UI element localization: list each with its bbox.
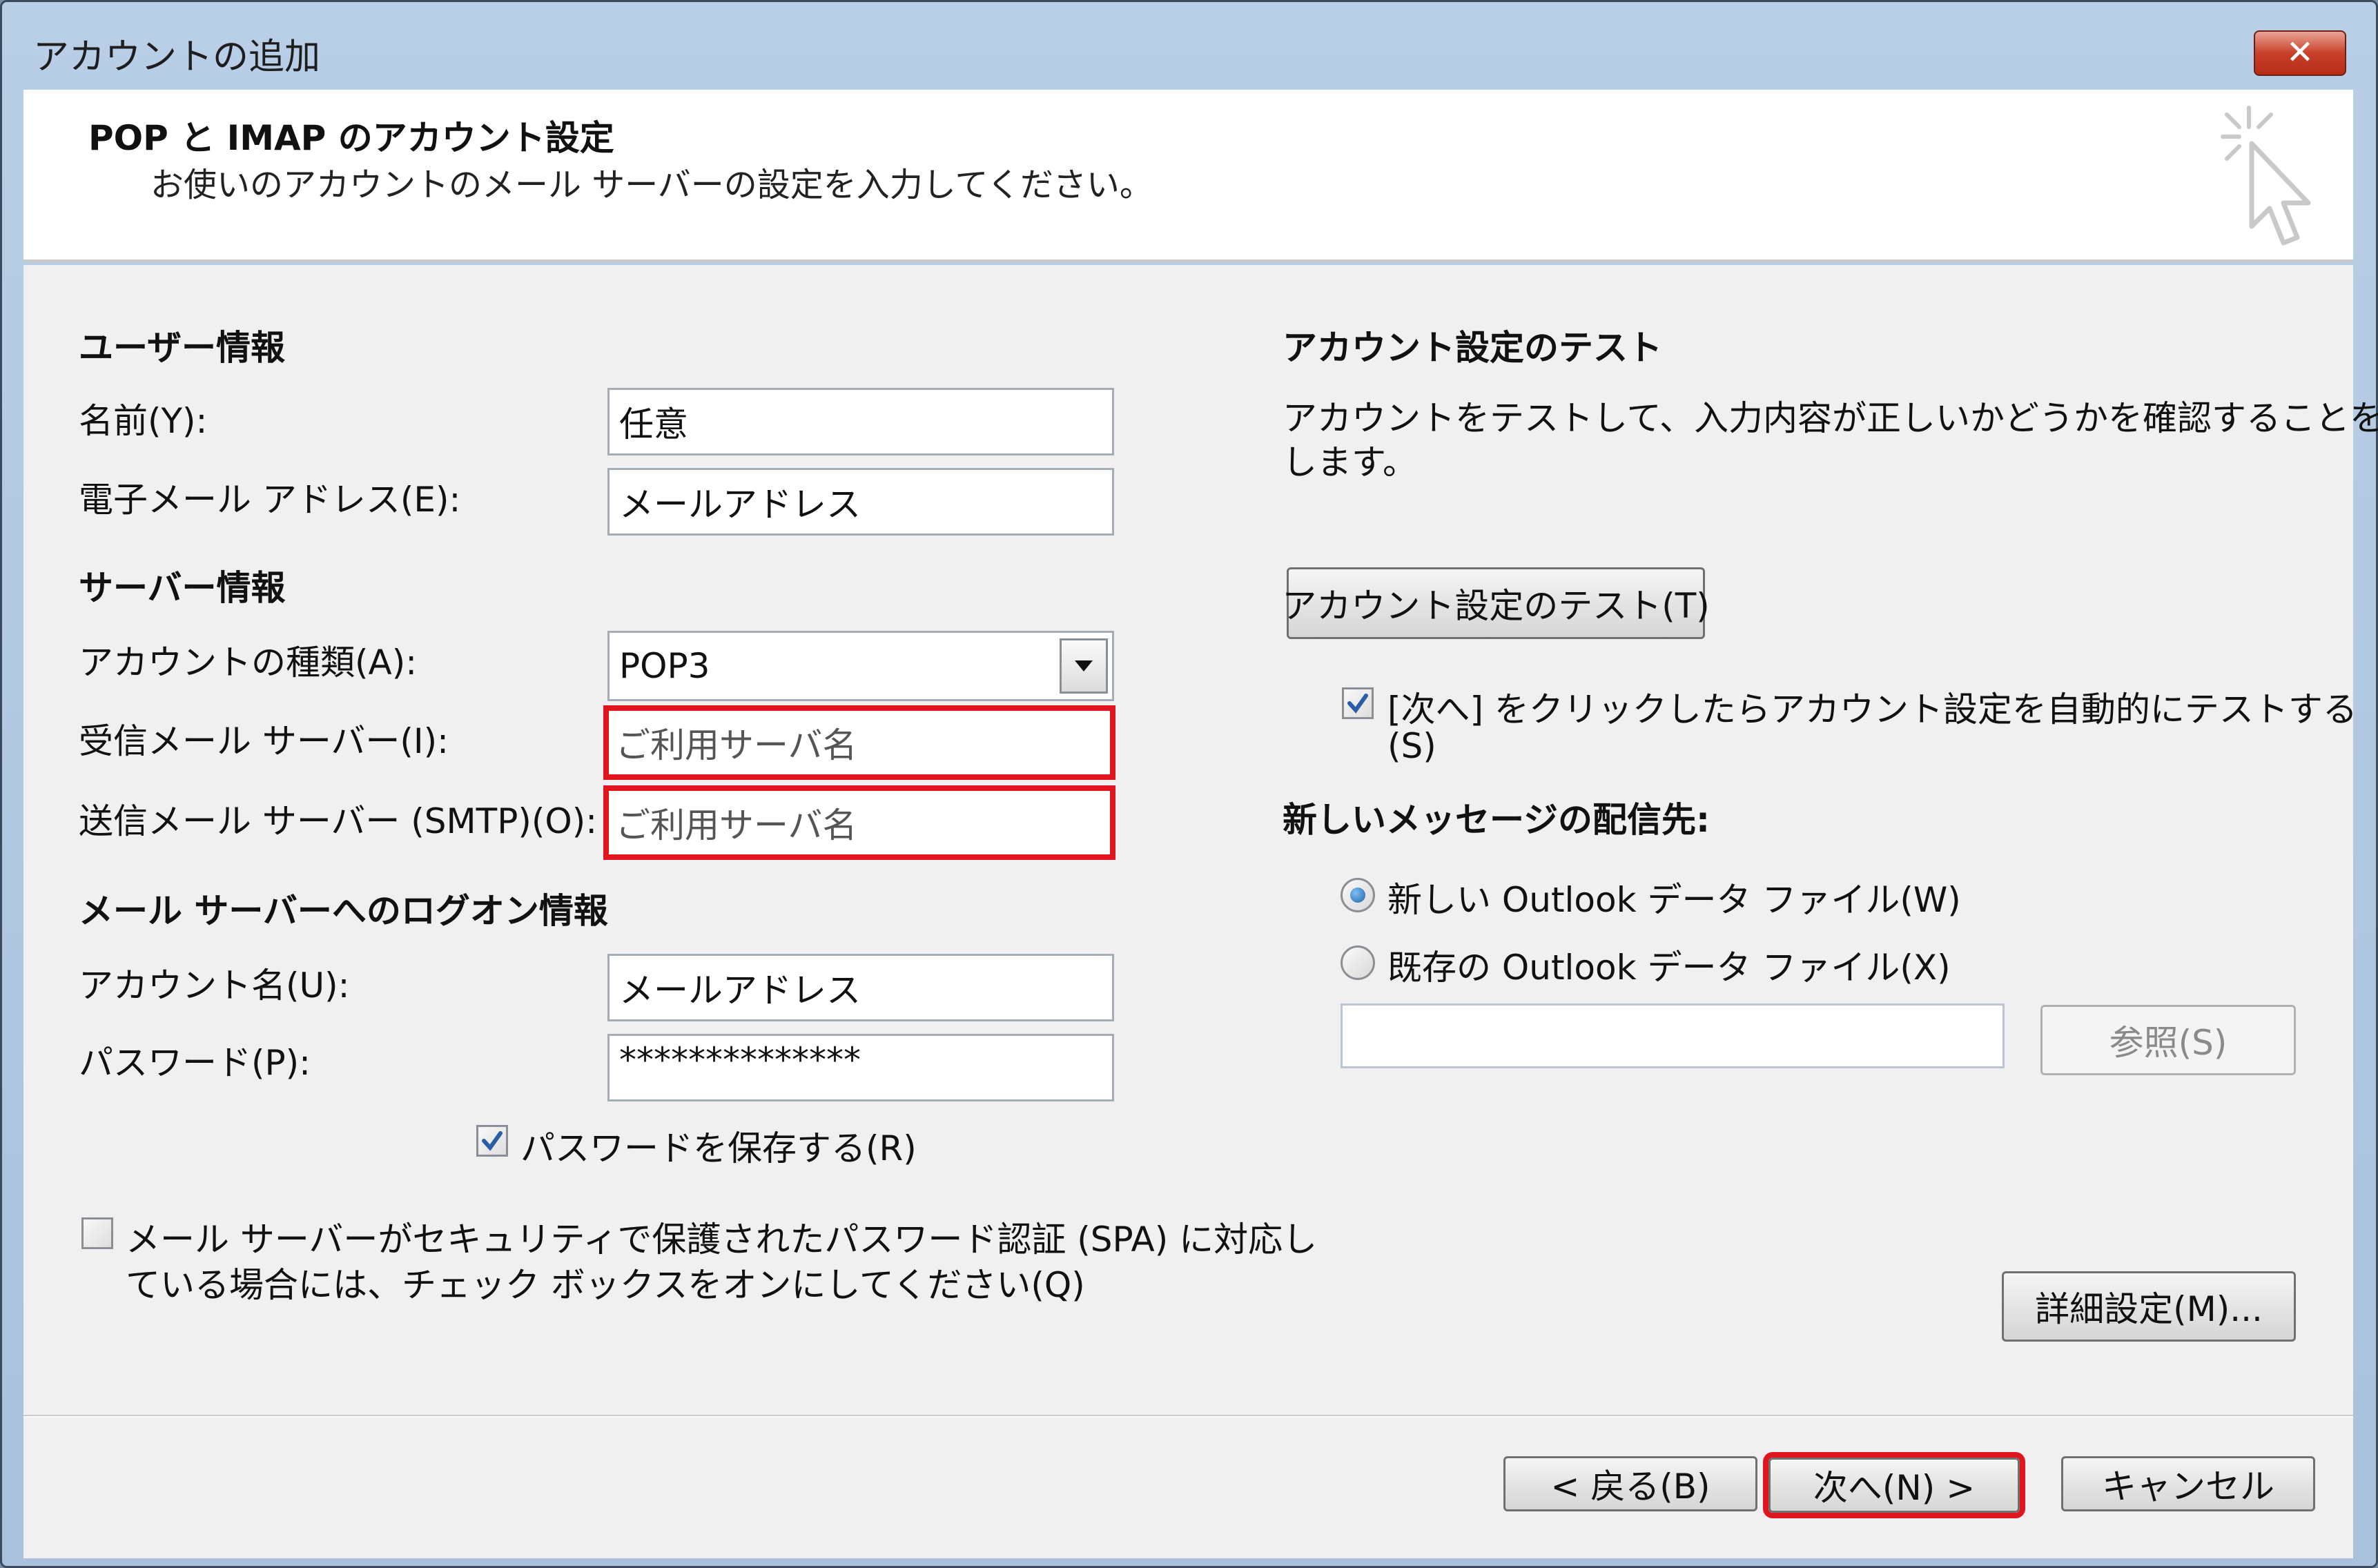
auto-test-label-line2[interactable]: (S): [1387, 726, 1436, 766]
page-title: POP と IMAP のアカウント設定: [88, 118, 614, 158]
existing-file-path-input[interactable]: [1341, 1003, 2005, 1068]
save-password-label[interactable]: パスワードを保存する(R): [520, 1121, 917, 1170]
outgoing-server-input[interactable]: ご利用サーバ名: [603, 785, 1115, 860]
next-button[interactable]: 次へ(N) >: [1768, 1458, 2020, 1513]
browse-button[interactable]: 参照(S): [2040, 1005, 2296, 1075]
email-input[interactable]: メールアドレス: [607, 468, 1114, 536]
account-type-select[interactable]: POP3: [607, 631, 1114, 701]
name-input[interactable]: 任意: [607, 388, 1114, 455]
back-button[interactable]: < 戻る(B): [1503, 1456, 1757, 1511]
checkmark-icon: [1347, 694, 1368, 714]
account-name-label: アカウント名(U):: [79, 966, 350, 1006]
spa-label-line1[interactable]: メール サーバーがセキュリティで保護されたパスワード認証 (SPA) に対応し: [126, 1212, 1317, 1262]
save-password-checkbox[interactable]: [476, 1125, 508, 1157]
page-subtitle: お使いのアカウントのメール サーバーの設定を入力してください。: [150, 166, 1153, 204]
password-label: パスワード(P):: [79, 1043, 311, 1083]
name-label: 名前(Y):: [79, 401, 208, 441]
account-type-label: アカウントの種類(A):: [79, 643, 418, 683]
dropdown-button[interactable]: [1060, 638, 1108, 694]
test-settings-heading: アカウント設定のテスト: [1283, 328, 1662, 368]
existing-data-file-radio[interactable]: [1341, 945, 1375, 980]
spa-label-line2[interactable]: ている場合には、チェック ボックスをオンにしてください(Q): [126, 1257, 1085, 1307]
existing-data-file-label[interactable]: 既存の Outlook データ ファイル(X): [1387, 940, 1951, 990]
test-description-line2: します。: [1283, 442, 1417, 482]
incoming-server-label: 受信メール サーバー(I):: [79, 721, 449, 761]
more-settings-button[interactable]: 詳細設定(M)...: [2002, 1271, 2296, 1342]
logon-info-heading: メール サーバーへのログオン情報: [79, 891, 608, 931]
checkmark-icon: [482, 1131, 503, 1151]
auto-test-checkbox[interactable]: [1342, 687, 1374, 719]
password-input[interactable]: **************: [607, 1034, 1114, 1101]
close-button[interactable]: ✕: [2254, 30, 2346, 76]
spa-checkbox[interactable]: [81, 1217, 113, 1249]
cursor-sparkle-icon: [2221, 106, 2311, 246]
test-account-button[interactable]: アカウント設定のテスト(T): [1282, 567, 1710, 639]
account-name-input[interactable]: メールアドレス: [607, 954, 1114, 1021]
outgoing-server-label: 送信メール サーバー (SMTP)(O):: [79, 801, 598, 841]
server-info-heading: サーバー情報: [79, 568, 286, 608]
account-type-value: POP3: [619, 646, 710, 686]
close-icon: ✕: [2286, 33, 2314, 72]
new-data-file-radio[interactable]: [1341, 878, 1375, 912]
incoming-server-input[interactable]: ご利用サーバ名: [603, 705, 1115, 780]
cancel-button[interactable]: キャンセル: [2061, 1456, 2315, 1511]
user-info-heading: ユーザー情報: [79, 328, 285, 368]
auto-test-label-line1[interactable]: [次へ] をクリックしたらアカウント設定を自動的にテストする: [1387, 682, 2357, 732]
new-data-file-label[interactable]: 新しい Outlook データ ファイル(W): [1387, 872, 1961, 922]
delivery-heading: 新しいメッセージの配信先:: [1283, 800, 1710, 840]
email-label: 電子メール アドレス(E):: [79, 480, 461, 520]
footer-divider: [23, 1415, 2353, 1418]
window-title: アカウントの追加: [33, 37, 321, 78]
chevron-down-icon: [1075, 660, 1093, 672]
test-description-line1: アカウントをテストして、入力内容が正しいかどうかを確認することをお勧め: [1283, 398, 2378, 438]
